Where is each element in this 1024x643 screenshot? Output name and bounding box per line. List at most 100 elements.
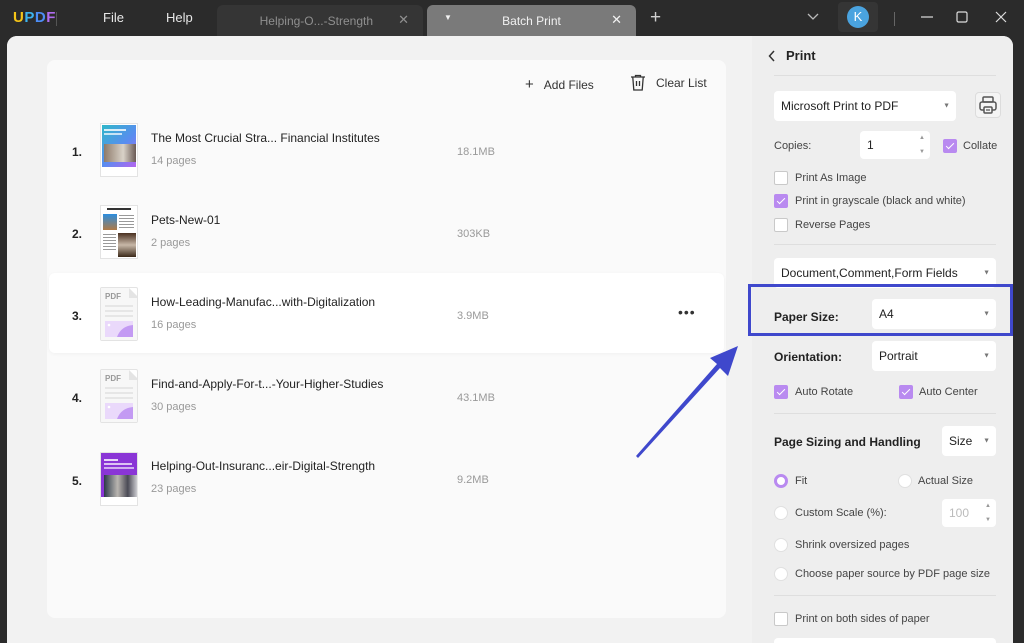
grayscale-checkbox[interactable] — [774, 194, 788, 208]
paper-source-label: Choose paper source by PDF page size — [795, 568, 991, 580]
orientation-value: Portrait — [879, 349, 918, 363]
close-window-icon[interactable] — [993, 9, 1009, 25]
custom-scale-label: Custom Scale (%): — [795, 507, 887, 519]
add-files-label: Add Files — [543, 77, 594, 92]
file-pages: 2 pages — [151, 237, 191, 249]
title-divider — [894, 12, 895, 26]
file-index: 5. — [72, 474, 83, 488]
trash-icon — [631, 74, 645, 91]
back-chevron-icon[interactable] — [768, 49, 776, 62]
divider — [774, 75, 996, 76]
collate-checkbox[interactable] — [943, 139, 957, 153]
file-list-area: + Add Files Clear List 1. The Most Cruci… — [7, 36, 752, 643]
pdf-file-icon: PDF — [100, 369, 138, 423]
tab-document[interactable]: Helping-O...-Strength ✕ — [217, 5, 423, 36]
sizing-mode-select[interactable]: Size ▼ — [942, 426, 996, 456]
copies-input[interactable]: 1 ▲ ▼ — [860, 131, 930, 159]
logo-letter-f: F — [46, 9, 56, 26]
increment-icon[interactable]: ▲ — [985, 503, 991, 509]
logo-letter-d: D — [34, 9, 47, 26]
file-pages: 30 pages — [151, 401, 197, 413]
file-pages: 16 pages — [151, 319, 197, 331]
orientation-select[interactable]: Portrait ▼ — [872, 341, 996, 371]
tab-label: Batch Print — [502, 14, 561, 28]
chevron-down-icon[interactable] — [806, 9, 820, 23]
more-options-icon[interactable]: ••• — [678, 304, 696, 320]
logo-letter-p: P — [24, 9, 35, 26]
increment-icon[interactable]: ▲ — [919, 135, 925, 141]
minimize-icon[interactable] — [919, 9, 935, 25]
auto-rotate-label: Auto Rotate — [795, 386, 854, 398]
reverse-pages-checkbox[interactable] — [774, 218, 788, 232]
file-index: 1. — [72, 145, 83, 159]
file-row[interactable]: 3. PDF How-Leading-Manufac...with-Digita… — [49, 273, 724, 353]
custom-scale-input[interactable]: 100 ▲ ▼ — [942, 499, 996, 527]
file-size: 43.1MB — [457, 392, 495, 404]
custom-scale-radio[interactable] — [774, 506, 788, 520]
panel-title: Print — [786, 48, 816, 63]
file-row[interactable]: 5. Helping-Out-Insuranc...eir-Digital-St… — [47, 438, 726, 518]
paper-source-radio[interactable] — [774, 567, 788, 581]
caret-down-icon: ▼ — [983, 437, 990, 445]
printer-properties-button[interactable] — [975, 92, 1001, 118]
menu-file[interactable]: File — [103, 10, 124, 25]
copies-label: Copies: — [774, 140, 812, 152]
auto-center-checkbox[interactable] — [899, 385, 913, 399]
divider — [774, 244, 996, 245]
caret-down-icon: ▼ — [983, 269, 990, 277]
copies-value: 1 — [867, 138, 874, 152]
updf-logo[interactable]: UPDF — [13, 9, 56, 26]
actual-size-radio[interactable] — [898, 474, 912, 488]
shrink-radio[interactable] — [774, 538, 788, 552]
close-icon[interactable]: ✕ — [611, 12, 622, 28]
file-pages: 14 pages — [151, 155, 197, 167]
file-row[interactable]: 1. The Most Crucial Stra... Financial In… — [47, 110, 726, 190]
avatar: K — [847, 6, 869, 28]
close-icon[interactable]: ✕ — [398, 12, 409, 28]
actual-size-label: Actual Size — [918, 475, 974, 487]
main-window: + Add Files Clear List 1. The Most Cruci… — [7, 36, 1013, 643]
printer-select[interactable]: Microsoft Print to PDF ▼ — [774, 91, 956, 121]
duplex-checkbox[interactable] — [774, 612, 788, 626]
decrement-icon[interactable]: ▼ — [985, 517, 991, 523]
file-row[interactable]: 2. Pets-New-01 2 pages 303KB — [47, 192, 726, 272]
paper-size-select[interactable]: A4 ▼ — [872, 299, 996, 329]
tab-batch-print[interactable]: ▼ Batch Print ✕ — [427, 5, 636, 36]
file-row[interactable]: 4. PDF Find-and-Apply-For-t...-Your-High… — [47, 356, 726, 436]
printer-icon — [979, 96, 997, 114]
svg-text:PDF: PDF — [105, 374, 121, 383]
add-files-button[interactable]: + Add Files — [525, 76, 594, 93]
fit-radio[interactable] — [774, 474, 788, 488]
plus-icon: + — [525, 76, 534, 93]
file-name: Find-and-Apply-For-t...-Your-Higher-Stud… — [151, 377, 384, 391]
file-name: The Most Crucial Stra... Financial Insti… — [151, 131, 380, 145]
caret-down-icon: ▼ — [983, 310, 990, 318]
paper-size-value: A4 — [879, 307, 894, 321]
shrink-label: Shrink oversized pages — [795, 539, 910, 551]
file-list-card: + Add Files Clear List 1. The Most Cruci… — [47, 60, 726, 618]
maximize-icon[interactable] — [954, 9, 970, 25]
collate-label: Collate — [963, 140, 998, 152]
clear-list-label: Clear List — [656, 75, 707, 90]
content-value: Document,Comment,Form Fields — [781, 266, 958, 280]
auto-rotate-checkbox[interactable] — [774, 385, 788, 399]
custom-scale-value: 100 — [949, 506, 970, 520]
account-button[interactable]: K — [838, 2, 878, 32]
content-select[interactable]: Document,Comment,Form Fields ▼ — [774, 258, 996, 288]
fit-label: Fit — [795, 475, 808, 487]
tab-label: Helping-O...-Strength — [259, 14, 373, 28]
file-index: 2. — [72, 227, 83, 241]
new-tab-button[interactable]: + — [650, 7, 661, 29]
print-header: Print — [768, 48, 816, 63]
file-size: 18.1MB — [457, 146, 495, 158]
logo-letter-u: U — [13, 9, 25, 26]
decrement-icon[interactable]: ▼ — [919, 149, 925, 155]
file-size: 3.9MB — [457, 310, 489, 322]
file-pages: 23 pages — [151, 483, 197, 495]
print-as-image-checkbox[interactable] — [774, 171, 788, 185]
pdf-file-icon: PDF — [100, 287, 138, 341]
duplex-label: Print on both sides of paper — [795, 613, 930, 625]
menu-help[interactable]: Help — [166, 10, 193, 25]
file-size: 9.2MB — [457, 474, 489, 486]
clear-list-button[interactable]: Clear List — [630, 74, 707, 91]
